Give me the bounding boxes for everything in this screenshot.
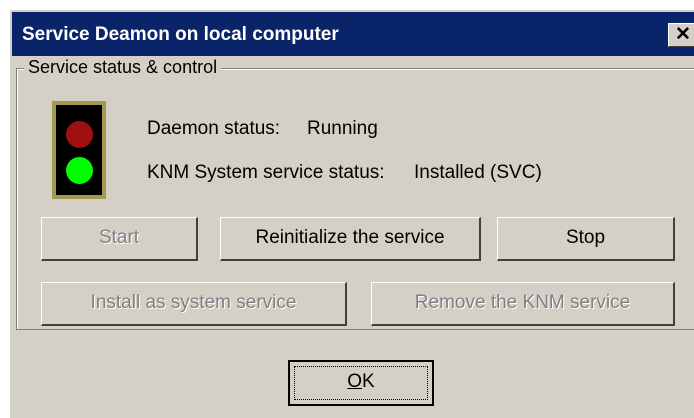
start-button[interactable]: Start	[41, 217, 198, 261]
close-button[interactable]: ✕	[668, 23, 694, 47]
reinitialize-service-button[interactable]: Reinitialize the service	[220, 217, 481, 261]
green-lamp-icon	[66, 157, 93, 184]
knm-service-status-value: Installed (SVC)	[414, 162, 542, 183]
window-title: Service Deamon on local computer	[22, 24, 339, 45]
red-lamp-icon	[66, 121, 93, 148]
daemon-status-label: Daemon status:	[147, 118, 281, 139]
title-bar[interactable]: Service Deamon on local computer ✕	[12, 12, 694, 56]
install-system-service-button[interactable]: Install as system service	[41, 282, 347, 326]
daemon-status-value: Running	[307, 118, 378, 139]
group-legend: Service status & control	[24, 57, 222, 78]
traffic-light-icon	[52, 101, 106, 199]
knm-service-status-label: KNM System service status:	[147, 162, 385, 183]
remove-knm-service-button[interactable]: Remove the KNM service	[371, 282, 675, 326]
ok-button[interactable]: OK	[288, 360, 434, 406]
focus-rectangle	[294, 366, 428, 400]
stop-button[interactable]: Stop	[497, 217, 675, 261]
close-icon: ✕	[675, 24, 691, 45]
